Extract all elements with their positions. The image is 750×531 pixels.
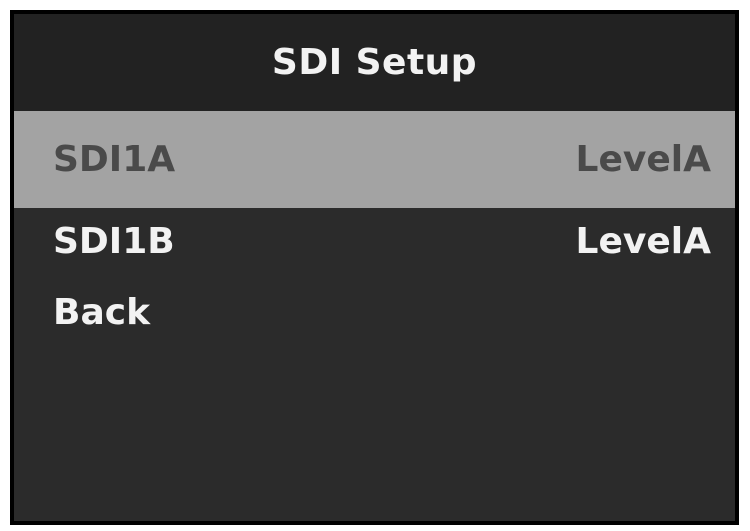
title-bar: SDI Setup bbox=[14, 14, 735, 111]
menu-item-back[interactable]: Back bbox=[14, 275, 735, 349]
menu-item-value: LevelA bbox=[575, 221, 711, 262]
setup-menu: SDI1A LevelA SDI1B LevelA Back bbox=[14, 111, 735, 349]
menu-item-label: SDI1B bbox=[53, 221, 175, 262]
menu-item-sdi1b[interactable]: SDI1B LevelA bbox=[14, 208, 735, 275]
menu-item-sdi1a[interactable]: SDI1A LevelA bbox=[14, 111, 735, 208]
menu-item-value: LevelA bbox=[575, 139, 711, 180]
page-title: SDI Setup bbox=[271, 42, 478, 83]
menu-item-label: Back bbox=[53, 291, 151, 333]
menu-item-label: SDI1A bbox=[53, 139, 176, 180]
device-screen: SDI Setup SDI1A LevelA SDI1B LevelA Back bbox=[10, 10, 739, 525]
menu-panel: SDI Setup SDI1A LevelA SDI1B LevelA Back bbox=[14, 14, 735, 521]
